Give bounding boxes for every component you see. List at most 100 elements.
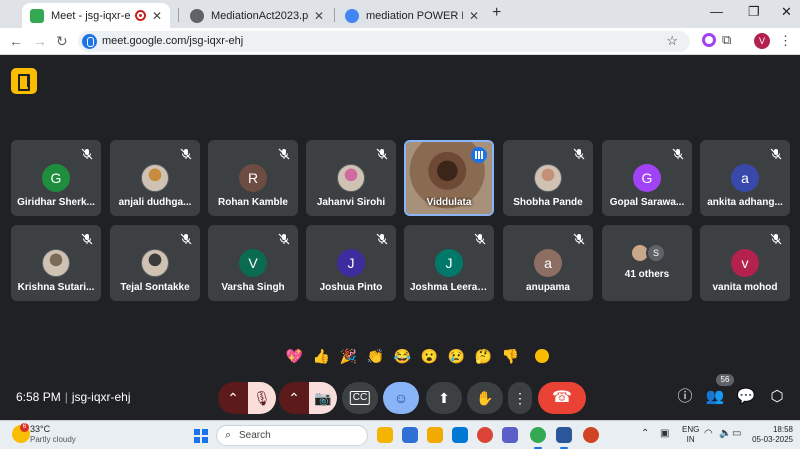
toggle-camera-button[interactable]: 📷	[309, 382, 337, 414]
participant-tile[interactable]: Jahanvi Sirohi	[306, 140, 396, 216]
captions-button[interactable]: CC	[342, 382, 378, 414]
participant-tile[interactable]: R Rohan Kamble	[208, 140, 298, 216]
participant-tile[interactable]: Viddulata	[404, 140, 494, 216]
extensions-puzzle-icon[interactable]: ⧉	[722, 32, 731, 48]
word-icon[interactable]	[556, 427, 572, 449]
tray-app-icon[interactable]: ▣	[660, 428, 669, 439]
teams-icon[interactable]	[502, 427, 518, 443]
raise-hand-button[interactable]: ✋	[467, 382, 503, 414]
participant-name: Gopal Sarawa...	[609, 197, 685, 208]
reaction-emoji-button[interactable]: 🎉	[338, 348, 359, 365]
mic-off-icon	[81, 232, 93, 245]
people-icon[interactable]: 👥	[705, 387, 725, 407]
bookmark-star-icon[interactable]: ☆	[666, 33, 678, 49]
participant-tile[interactable]: anjali dudhga...	[110, 140, 200, 216]
clock-time: 18:58	[772, 425, 793, 434]
others-tile[interactable]: S 41 others	[602, 225, 692, 301]
reaction-emoji-button[interactable]: 👏	[365, 348, 386, 365]
participant-tile[interactable]: Shobha Pande	[503, 140, 593, 216]
avatar: G	[633, 164, 661, 192]
participant-name: Krishna Sutari...	[17, 282, 95, 293]
volume-icon[interactable]: 🔈	[719, 428, 731, 439]
participant-tile[interactable]: Krishna Sutari...	[11, 225, 101, 301]
outlook-icon[interactable]	[452, 427, 468, 443]
app-icon[interactable]	[377, 427, 393, 443]
extension-icon[interactable]	[702, 33, 716, 47]
close-window-icon[interactable]: ✕	[781, 4, 792, 20]
recording-icon	[134, 10, 146, 21]
reload-icon[interactable]: ↻	[56, 33, 68, 50]
start-icon[interactable]	[194, 429, 208, 443]
battery-icon[interactable]: ▭	[732, 428, 741, 439]
participant-tile[interactable]: G Gopal Sarawa...	[602, 140, 692, 216]
divider: |	[64, 390, 68, 404]
avatar[interactable]: V	[754, 33, 770, 49]
meet-activities-icon[interactable]	[11, 68, 37, 94]
chat-icon[interactable]: 💬	[736, 387, 756, 407]
skin-tone-button[interactable]	[535, 349, 549, 363]
participant-tile[interactable]: J Joshua Pinto	[306, 225, 396, 301]
weather-temp: 33°C	[30, 424, 51, 434]
tab-meet[interactable]: Meet - jsg-iqxr-ehj ✕	[22, 3, 170, 28]
activities-icon[interactable]: ⬡	[767, 387, 787, 407]
app-icon[interactable]	[583, 427, 599, 443]
mic-off-icon	[672, 147, 684, 160]
system-clock[interactable]: 18:58 05-03-2025	[745, 425, 793, 445]
avatar: a	[534, 249, 562, 277]
participant-tile[interactable]: a anupama	[503, 225, 593, 301]
url-field[interactable]: meet.google.com/jsg-iqxr-ehj ☆	[78, 31, 690, 52]
close-tab-icon[interactable]: ✕	[469, 9, 479, 23]
taskbar: 6 33°C Partly cloudy ⌕ Search ⌃ ▣ ENG IN…	[0, 420, 800, 449]
minimize-icon[interactable]: —	[710, 4, 723, 19]
reactions-button[interactable]: ☺	[383, 382, 419, 414]
participant-tile[interactable]: J Joshma Leera ...	[404, 225, 494, 301]
forward-icon[interactable]: →	[33, 33, 47, 49]
others-count: 41 others	[624, 269, 670, 280]
tab-slides[interactable]: mediation POWER POINT PRESE ✕	[337, 3, 487, 28]
reaction-bar: 💖 👍 🎉 👏 😂 😮 😢 🤔 👎	[284, 344, 549, 368]
reaction-emoji-button[interactable]: 👍	[311, 348, 332, 365]
app-icon[interactable]	[402, 427, 418, 443]
participant-tile[interactable]: Tejal Sontakke	[110, 225, 200, 301]
leave-call-button[interactable]: ☎	[538, 382, 586, 414]
toggle-microphone-button[interactable]: 🎙	[248, 382, 276, 414]
meeting-details-icon[interactable]: ⓘ	[675, 387, 695, 407]
back-icon[interactable]: ←	[9, 33, 23, 49]
reaction-emoji-button[interactable]: 💖	[284, 348, 305, 365]
close-tab-icon[interactable]: ✕	[152, 9, 162, 23]
reaction-emoji-button[interactable]: 😢	[446, 348, 467, 365]
audio-options-button[interactable]: ⌃	[218, 382, 248, 414]
avatar: v	[731, 249, 759, 277]
wifi-icon[interactable]: ◠	[704, 428, 713, 439]
tab-pdf[interactable]: MediationAct2023.pdf ✕	[182, 3, 332, 28]
browser-menu-icon[interactable]: ⋮	[779, 33, 792, 49]
site-info-icon[interactable]	[82, 34, 97, 49]
reaction-emoji-button[interactable]: 😮	[419, 348, 440, 365]
restore-icon[interactable]: ❐	[748, 4, 760, 20]
chrome-running-icon[interactable]	[530, 427, 546, 449]
participant-name: anjali dudhga...	[118, 197, 192, 208]
file-explorer-icon[interactable]	[427, 427, 443, 443]
reaction-emoji-button[interactable]: 👎	[500, 348, 521, 365]
tray-chevron-icon[interactable]: ⌃	[641, 428, 649, 439]
reaction-emoji-button[interactable]: 🤔	[473, 348, 494, 365]
participant-tile[interactable]: v vanita mohod	[700, 225, 790, 301]
reaction-emoji-button[interactable]: 😂	[392, 348, 413, 365]
language-indicator[interactable]: ENG IN	[682, 425, 699, 445]
avatar: J	[435, 249, 463, 277]
taskbar-search[interactable]: ⌕ Search	[216, 425, 368, 446]
tab-divider	[178, 8, 179, 22]
participant-tile[interactable]: a ankita adhang...	[700, 140, 790, 216]
meeting-info: 6:58 PM | jsg-iqxr-ehj	[16, 390, 131, 404]
new-tab-icon[interactable]: +	[492, 4, 501, 22]
close-tab-icon[interactable]: ✕	[314, 9, 324, 23]
more-options-button[interactable]: ⋮	[508, 382, 532, 414]
participant-tile[interactable]: G Giridhar Sherk...	[11, 140, 101, 216]
participant-tile[interactable]: V Varsha Singh	[208, 225, 298, 301]
address-bar: ← → ↻ meet.google.com/jsg-iqxr-ehj ☆	[0, 28, 800, 55]
participant-name: Jahanvi Sirohi	[316, 197, 386, 208]
video-options-button[interactable]: ⌃	[279, 382, 309, 414]
participant-name: ankita adhang...	[707, 197, 783, 208]
present-button[interactable]: ⬆	[426, 382, 462, 414]
chrome-icon[interactable]	[477, 427, 493, 443]
